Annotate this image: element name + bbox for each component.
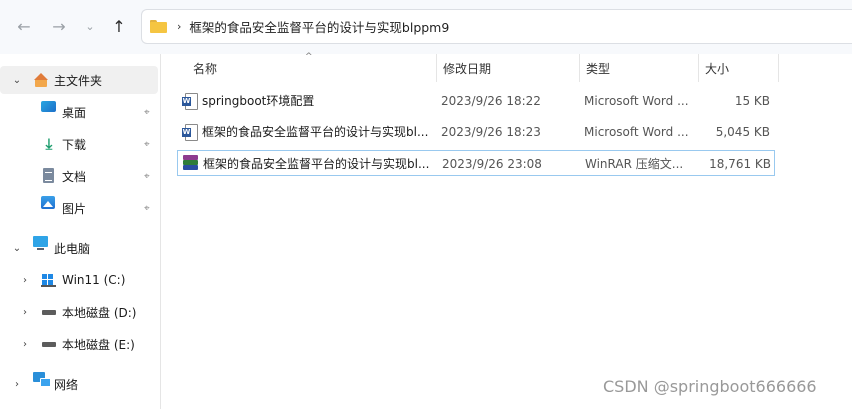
network-icon bbox=[33, 372, 51, 387]
sidebar-item-pictures[interactable]: 图片 ⌖ bbox=[0, 194, 158, 222]
arrow-right-icon: → bbox=[52, 16, 66, 36]
column-header-size[interactable]: 大小 bbox=[699, 54, 779, 82]
sidebar-item-label: 主文件夹 bbox=[54, 73, 103, 88]
file-type: Microsoft Word ... bbox=[584, 125, 689, 139]
column-label: 类型 bbox=[586, 61, 611, 76]
pin-icon[interactable]: ⌖ bbox=[144, 203, 150, 214]
back-button[interactable]: ← bbox=[12, 14, 36, 38]
pin-icon[interactable]: ⌖ bbox=[144, 107, 150, 118]
file-date: 2023/9/26 18:23 bbox=[441, 125, 541, 139]
up-button[interactable]: ↑ bbox=[107, 14, 131, 38]
column-header-row: ^ 名称 修改日期 类型 大小 bbox=[162, 52, 852, 82]
chevron-down-icon: ⌄ bbox=[85, 19, 95, 33]
chevron-right-icon[interactable]: › bbox=[10, 379, 24, 390]
file-size: 5,045 KB bbox=[715, 125, 770, 139]
home-icon bbox=[33, 72, 49, 88]
folder-icon bbox=[150, 20, 167, 33]
column-header-type[interactable]: 类型 bbox=[580, 54, 699, 82]
column-header-name[interactable]: 名称 bbox=[187, 54, 437, 82]
sidebar-item-label: 本地磁盘 (E:) bbox=[62, 337, 135, 352]
column-header-date[interactable]: 修改日期 bbox=[437, 54, 580, 82]
forward-button[interactable]: → bbox=[47, 14, 71, 38]
arrow-up-icon: ↑ bbox=[112, 16, 126, 36]
pin-icon[interactable]: ⌖ bbox=[144, 139, 150, 150]
sidebar-item-downloads[interactable]: ⤓ 下载 ⌖ bbox=[0, 130, 158, 158]
disk-drive-icon bbox=[41, 304, 57, 320]
file-row[interactable]: 框架的食品安全监督平台的设计与实现bl... 2023/9/26 18:23 M… bbox=[177, 119, 775, 145]
document-icon bbox=[41, 168, 57, 184]
navigation-pane: ⌄ 主文件夹 桌面 ⌖ ⤓ 下载 ⌖ 文档 ⌖ 图片 ⌖ ⌄ 此电脑 › Win… bbox=[0, 54, 161, 409]
sidebar-item-drive-d[interactable]: › 本地磁盘 (D:) bbox=[0, 298, 158, 326]
file-row-selected[interactable]: 框架的食品安全监督平台的设计与实现bl... 2023/9/26 23:08 W… bbox=[177, 150, 775, 176]
sidebar-item-documents[interactable]: 文档 ⌖ bbox=[0, 162, 158, 190]
sidebar-item-home[interactable]: ⌄ 主文件夹 bbox=[0, 66, 158, 94]
column-label: 名称 bbox=[193, 61, 218, 76]
file-type: Microsoft Word ... bbox=[584, 94, 689, 108]
file-type: WinRAR 压缩文... bbox=[585, 157, 684, 171]
address-bar[interactable]: › 框架的食品安全监督平台的设计与实现blppm9 bbox=[141, 9, 852, 44]
winrar-archive-icon bbox=[182, 155, 199, 172]
computer-icon bbox=[33, 236, 48, 250]
file-date: 2023/9/26 18:22 bbox=[441, 94, 541, 108]
pin-icon[interactable]: ⌖ bbox=[144, 171, 150, 182]
sidebar-item-label: 图片 bbox=[62, 201, 87, 216]
file-name: springboot环境配置 bbox=[202, 94, 315, 108]
recent-locations-button[interactable]: ⌄ bbox=[78, 14, 102, 38]
desktop-icon bbox=[41, 101, 56, 112]
file-name: 框架的食品安全监督平台的设计与实现bl... bbox=[203, 157, 430, 171]
sidebar-item-label: Win11 (C:) bbox=[62, 273, 126, 287]
sidebar-item-label: 网络 bbox=[54, 377, 79, 392]
word-document-icon bbox=[182, 124, 198, 141]
file-name: 框架的食品安全监督平台的设计与实现bl... bbox=[202, 125, 429, 139]
watermark-text: CSDN @springboot666666 bbox=[603, 377, 817, 396]
sidebar-item-this-pc[interactable]: ⌄ 此电脑 bbox=[0, 234, 158, 262]
file-size: 15 KB bbox=[734, 94, 770, 108]
sidebar-item-desktop[interactable]: 桌面 ⌖ bbox=[0, 98, 158, 126]
disk-drive-icon bbox=[41, 336, 57, 352]
sidebar-item-label: 桌面 bbox=[62, 105, 87, 120]
sidebar-item-label: 文档 bbox=[62, 169, 87, 184]
address-toolbar: ← → ⌄ ↑ › 框架的食品安全监督平台的设计与实现blppm9 bbox=[0, 0, 852, 54]
download-icon: ⤓ bbox=[45, 135, 53, 153]
chevron-down-icon[interactable]: ⌄ bbox=[10, 75, 24, 86]
windows-drive-icon bbox=[41, 272, 57, 288]
sidebar-item-label: 此电脑 bbox=[54, 241, 91, 256]
address-path[interactable]: 框架的食品安全监督平台的设计与实现blppm9 bbox=[189, 17, 449, 36]
sidebar-item-drive-e[interactable]: › 本地磁盘 (E:) bbox=[0, 330, 158, 358]
chevron-down-icon[interactable]: ⌄ bbox=[10, 243, 24, 254]
arrow-left-icon: ← bbox=[17, 16, 31, 36]
file-size: 18,761 KB bbox=[709, 157, 771, 171]
sidebar-item-network[interactable]: › 网络 bbox=[0, 370, 158, 398]
chevron-right-icon[interactable]: › bbox=[18, 275, 32, 286]
column-label: 修改日期 bbox=[443, 61, 492, 76]
chevron-right-icon[interactable]: › bbox=[18, 339, 32, 350]
file-row[interactable]: springboot环境配置 2023/9/26 18:22 Microsoft… bbox=[177, 88, 775, 114]
column-label: 大小 bbox=[705, 61, 730, 76]
sidebar-item-label: 下载 bbox=[62, 137, 87, 152]
word-document-icon bbox=[182, 93, 198, 110]
file-list: ^ 名称 修改日期 类型 大小 springboot环境配置 2023/9/26… bbox=[162, 52, 852, 409]
picture-icon bbox=[41, 196, 55, 209]
chevron-right-icon[interactable]: › bbox=[177, 20, 181, 33]
sidebar-item-label: 本地磁盘 (D:) bbox=[62, 305, 137, 320]
chevron-right-icon[interactable]: › bbox=[18, 307, 32, 318]
file-date: 2023/9/26 23:08 bbox=[442, 157, 542, 171]
sidebar-item-drive-c[interactable]: › Win11 (C:) bbox=[0, 266, 158, 294]
